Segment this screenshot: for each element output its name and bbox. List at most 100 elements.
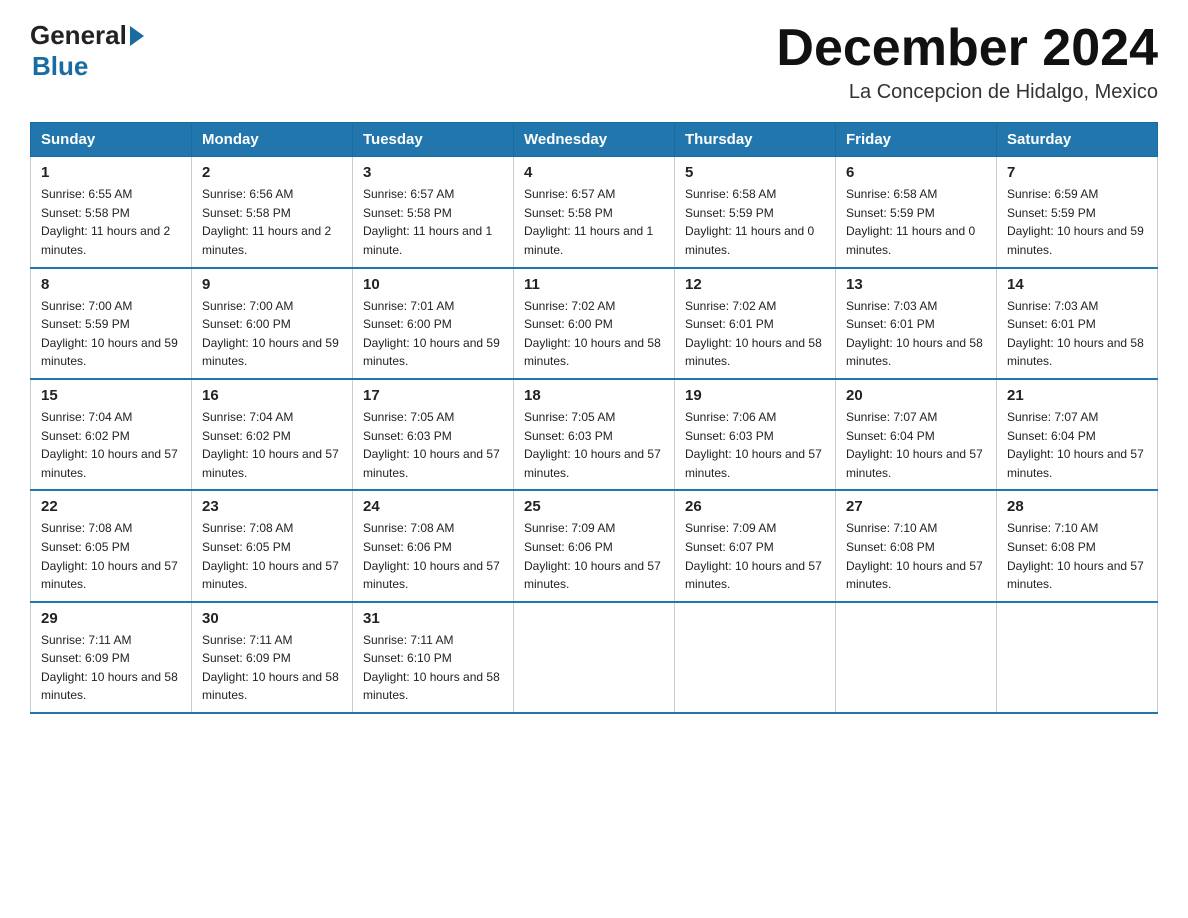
col-header-wednesday: Wednesday	[514, 123, 675, 157]
day-detail: Sunrise: 7:02 AMSunset: 6:00 PMDaylight:…	[524, 299, 661, 369]
col-header-sunday: Sunday	[31, 123, 192, 157]
calendar-cell: 8Sunrise: 7:00 AMSunset: 5:59 PMDaylight…	[31, 268, 192, 379]
day-detail: Sunrise: 7:05 AMSunset: 6:03 PMDaylight:…	[524, 410, 661, 480]
day-detail: Sunrise: 7:02 AMSunset: 6:01 PMDaylight:…	[685, 299, 822, 369]
col-header-thursday: Thursday	[675, 123, 836, 157]
col-header-saturday: Saturday	[997, 123, 1158, 157]
calendar-cell: 7 Sunrise: 6:59 AMSunset: 5:59 PMDaylight…	[997, 157, 1158, 268]
page-header: General Blue December 2024 La Concepcion…	[30, 20, 1158, 104]
day-number: 30	[202, 610, 342, 627]
day-detail: Sunrise: 7:05 AMSunset: 6:03 PMDaylight:…	[363, 410, 500, 480]
day-detail: Sunrise: 6:58 AMSunset: 5:59 PMDaylight:…	[846, 187, 975, 257]
calendar-cell: 6 Sunrise: 6:58 AMSunset: 5:59 PMDaylight…	[836, 157, 997, 268]
day-number: 12	[685, 276, 825, 293]
logo-blue-text: Blue	[32, 51, 88, 81]
day-detail: Sunrise: 7:11 AMSunset: 6:09 PMDaylight:…	[41, 633, 178, 703]
calendar-week-row: 22 Sunrise: 7:08 AMSunset: 6:05 PMDayligh…	[31, 490, 1158, 601]
day-number: 23	[202, 498, 342, 515]
day-detail: Sunrise: 7:01 AMSunset: 6:00 PMDaylight:…	[363, 299, 500, 369]
day-number: 29	[41, 610, 181, 627]
day-number: 18	[524, 387, 664, 404]
day-number: 27	[846, 498, 986, 515]
calendar-cell: 3 Sunrise: 6:57 AMSunset: 5:58 PMDaylight…	[353, 157, 514, 268]
day-number: 8	[41, 276, 181, 293]
calendar-cell: 24Sunrise: 7:08 AMSunset: 6:06 PMDayligh…	[353, 490, 514, 601]
calendar-cell: 13 Sunrise: 7:03 AMSunset: 6:01 PMDayligh…	[836, 268, 997, 379]
col-header-friday: Friday	[836, 123, 997, 157]
calendar-cell	[675, 602, 836, 713]
day-number: 16	[202, 387, 342, 404]
day-detail: Sunrise: 6:56 AMSunset: 5:58 PMDaylight:…	[202, 187, 331, 257]
calendar-cell: 21Sunrise: 7:07 AMSunset: 6:04 PMDayligh…	[997, 379, 1158, 490]
calendar-cell: 19 Sunrise: 7:06 AMSunset: 6:03 PMDayligh…	[675, 379, 836, 490]
day-number: 21	[1007, 387, 1147, 404]
title-block: December 2024 La Concepcion de Hidalgo, …	[776, 20, 1158, 104]
col-header-tuesday: Tuesday	[353, 123, 514, 157]
calendar-cell: 25 Sunrise: 7:09 AMSunset: 6:06 PMDayligh…	[514, 490, 675, 601]
day-detail: Sunrise: 7:10 AMSunset: 6:08 PMDaylight:…	[1007, 521, 1144, 591]
calendar-cell: 17 Sunrise: 7:05 AMSunset: 6:03 PMDayligh…	[353, 379, 514, 490]
day-detail: Sunrise: 7:11 AMSunset: 6:10 PMDaylight:…	[363, 633, 500, 703]
day-detail: Sunrise: 7:06 AMSunset: 6:03 PMDaylight:…	[685, 410, 822, 480]
day-number: 6	[846, 164, 986, 181]
calendar-cell: 2 Sunrise: 6:56 AMSunset: 5:58 PMDaylight…	[192, 157, 353, 268]
day-number: 19	[685, 387, 825, 404]
day-number: 5	[685, 164, 825, 181]
day-number: 3	[363, 164, 503, 181]
calendar-header-row: SundayMondayTuesdayWednesdayThursdayFrid…	[31, 123, 1158, 157]
day-detail: Sunrise: 7:09 AMSunset: 6:06 PMDaylight:…	[524, 521, 661, 591]
calendar-week-row: 15 Sunrise: 7:04 AMSunset: 6:02 PMDayligh…	[31, 379, 1158, 490]
calendar-table: SundayMondayTuesdayWednesdayThursdayFrid…	[30, 122, 1158, 714]
day-detail: Sunrise: 7:03 AMSunset: 6:01 PMDaylight:…	[846, 299, 983, 369]
calendar-cell: 28 Sunrise: 7:10 AMSunset: 6:08 PMDayligh…	[997, 490, 1158, 601]
calendar-cell: 5 Sunrise: 6:58 AMSunset: 5:59 PMDaylight…	[675, 157, 836, 268]
day-detail: Sunrise: 6:58 AMSunset: 5:59 PMDaylight:…	[685, 187, 814, 257]
day-number: 10	[363, 276, 503, 293]
calendar-cell: 23 Sunrise: 7:08 AMSunset: 6:05 PMDayligh…	[192, 490, 353, 601]
calendar-week-row: 8Sunrise: 7:00 AMSunset: 5:59 PMDaylight…	[31, 268, 1158, 379]
calendar-cell	[514, 602, 675, 713]
day-number: 31	[363, 610, 503, 627]
calendar-cell: 22Sunrise: 7:08 AMSunset: 6:05 PMDayligh…	[31, 490, 192, 601]
day-detail: Sunrise: 7:00 AMSunset: 6:00 PMDaylight:…	[202, 299, 339, 369]
day-detail: Sunrise: 6:59 AMSunset: 5:59 PMDaylight:…	[1007, 187, 1144, 257]
day-number: 28	[1007, 498, 1147, 515]
day-number: 7	[1007, 164, 1147, 181]
day-detail: Sunrise: 6:57 AMSunset: 5:58 PMDaylight:…	[363, 187, 492, 257]
day-detail: Sunrise: 6:55 AMSunset: 5:58 PMDaylight:…	[41, 187, 170, 257]
calendar-cell: 9 Sunrise: 7:00 AMSunset: 6:00 PMDaylight…	[192, 268, 353, 379]
day-number: 26	[685, 498, 825, 515]
month-title: December 2024	[776, 20, 1158, 77]
day-number: 15	[41, 387, 181, 404]
calendar-cell	[997, 602, 1158, 713]
logo-arrow-icon	[130, 26, 144, 46]
day-number: 13	[846, 276, 986, 293]
day-number: 14	[1007, 276, 1147, 293]
day-number: 25	[524, 498, 664, 515]
day-number: 9	[202, 276, 342, 293]
day-detail: Sunrise: 7:09 AMSunset: 6:07 PMDaylight:…	[685, 521, 822, 591]
day-number: 22	[41, 498, 181, 515]
day-number: 4	[524, 164, 664, 181]
calendar-cell: 20Sunrise: 7:07 AMSunset: 6:04 PMDayligh…	[836, 379, 997, 490]
calendar-cell: 31 Sunrise: 7:11 AMSunset: 6:10 PMDayligh…	[353, 602, 514, 713]
day-number: 17	[363, 387, 503, 404]
day-number: 2	[202, 164, 342, 181]
day-number: 24	[363, 498, 503, 515]
day-detail: Sunrise: 7:03 AMSunset: 6:01 PMDaylight:…	[1007, 299, 1144, 369]
calendar-cell	[836, 602, 997, 713]
calendar-cell: 12 Sunrise: 7:02 AMSunset: 6:01 PMDayligh…	[675, 268, 836, 379]
day-detail: Sunrise: 7:04 AMSunset: 6:02 PMDaylight:…	[41, 410, 178, 480]
calendar-cell: 1Sunrise: 6:55 AMSunset: 5:58 PMDaylight…	[31, 157, 192, 268]
calendar-cell: 15 Sunrise: 7:04 AMSunset: 6:02 PMDayligh…	[31, 379, 192, 490]
calendar-cell: 16Sunrise: 7:04 AMSunset: 6:02 PMDayligh…	[192, 379, 353, 490]
calendar-cell: 30Sunrise: 7:11 AMSunset: 6:09 PMDayligh…	[192, 602, 353, 713]
calendar-cell: 14 Sunrise: 7:03 AMSunset: 6:01 PMDayligh…	[997, 268, 1158, 379]
calendar-cell: 4 Sunrise: 6:57 AMSunset: 5:58 PMDaylight…	[514, 157, 675, 268]
calendar-cell: 27Sunrise: 7:10 AMSunset: 6:08 PMDayligh…	[836, 490, 997, 601]
calendar-cell: 10 Sunrise: 7:01 AMSunset: 6:00 PMDayligh…	[353, 268, 514, 379]
day-detail: Sunrise: 7:08 AMSunset: 6:05 PMDaylight:…	[202, 521, 339, 591]
calendar-week-row: 29 Sunrise: 7:11 AMSunset: 6:09 PMDayligh…	[31, 602, 1158, 713]
col-header-monday: Monday	[192, 123, 353, 157]
day-detail: Sunrise: 6:57 AMSunset: 5:58 PMDaylight:…	[524, 187, 653, 257]
